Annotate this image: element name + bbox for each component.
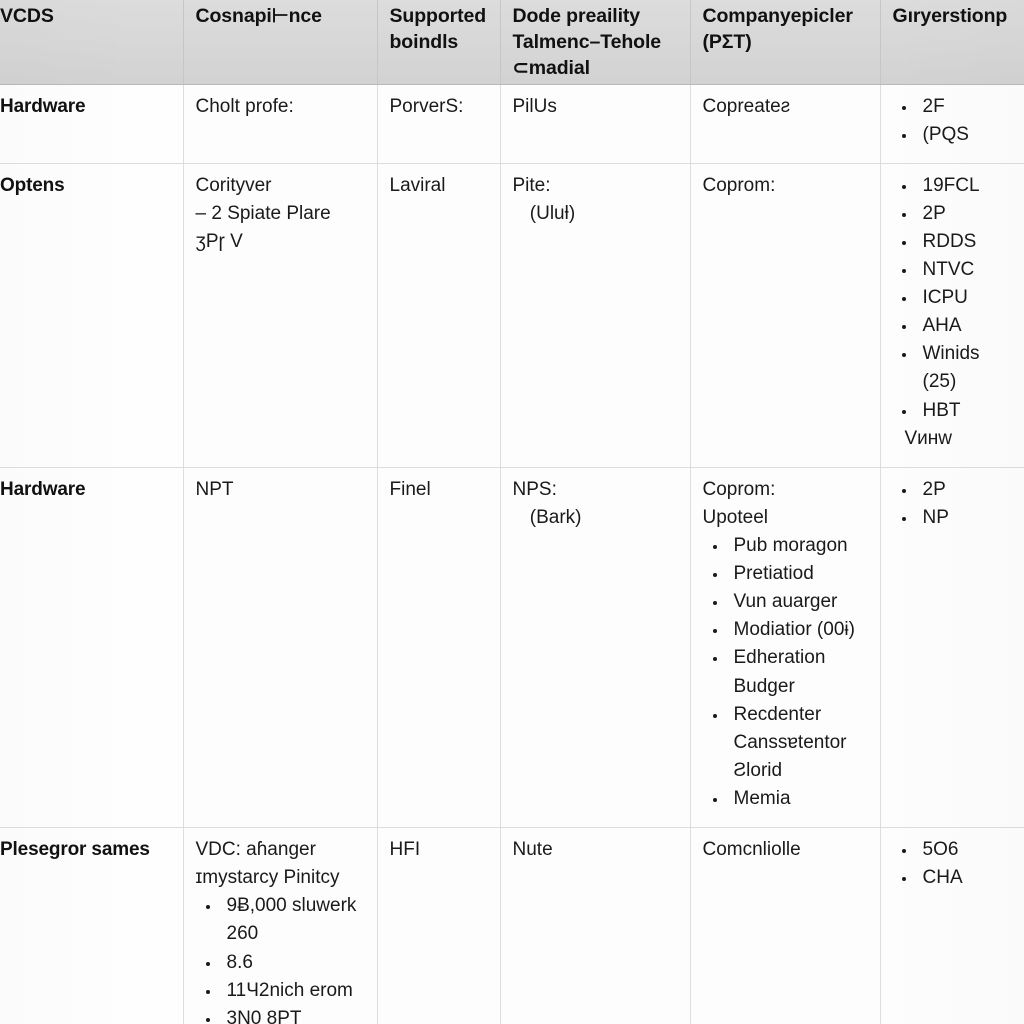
cell-text-line: (Bark) xyxy=(524,506,582,528)
cell-bullet-item: 8.6 xyxy=(221,949,365,977)
table-cell: NPT xyxy=(183,467,378,829)
cell-text-line: Coprom: xyxy=(702,478,776,500)
table-row: Hardware Cholt profe: PorverS: PilUs Copreat… xyxy=(0,84,1024,164)
cell-bullet-list: 2F(PQS xyxy=(893,93,1013,149)
cell-bullet-item: CHA xyxy=(917,864,1013,892)
cell-text-line: Hardware xyxy=(0,478,86,500)
table-cell: 19FCL2PRDDSNTVCICPUAHAWinids (25)HBTVиʜw xyxy=(880,163,1024,468)
table-cell: Corityver – 2 Spiate Plare ʒPɼ V xyxy=(183,163,378,468)
cell-text-line: HFI xyxy=(389,839,421,861)
cell-bullet-list: 5O6CHA xyxy=(893,836,1013,892)
column-header-company[interactable]: Companyepicler (PΣT) xyxy=(690,0,881,85)
column-header-cosnapience[interactable]: Cosnapi⊢nce xyxy=(183,0,378,85)
cell-bullet-item: RDDS xyxy=(917,228,1013,256)
cell-text-line: – 2 Spiate Plare xyxy=(195,202,331,224)
cell-bullet-item: Pub moragon xyxy=(728,532,868,560)
cell-text-line: ʒPɼ V xyxy=(195,230,243,252)
cell-text-line: Corityver xyxy=(195,174,272,196)
cell-bullet-item: 11Ч2nich erom xyxy=(221,977,365,1005)
table-row: Plesegror sames VDC: aɦanger ɪmystarcy Pin… xyxy=(0,827,1024,1024)
row-header-cell: Hardware xyxy=(0,84,184,164)
cell-bullet-list: 2PNP xyxy=(893,476,1013,532)
cell-bullet-item: (PQS xyxy=(917,121,1013,149)
cell-bullet-item: 2P xyxy=(917,476,1013,504)
cell-trailing-text: Vиʜw xyxy=(904,427,953,449)
cell-bullet-item: Vun auarger xyxy=(728,588,868,616)
cell-text-line: VDC: aɦanger xyxy=(195,839,316,861)
cell-bullet-item: ICPU xyxy=(917,284,1013,312)
cell-bullet-item: 9Ƀ,000 sluwerk 260 xyxy=(221,892,365,948)
table-cell: Finel xyxy=(377,467,501,829)
comparison-table: VCDS Cosnapi⊢nce Supported boindls Dode … xyxy=(0,0,1024,1024)
table-cell: 2PNP xyxy=(880,467,1024,829)
table-header: VCDS Cosnapi⊢nce Supported boindls Dode … xyxy=(0,0,1024,85)
column-header-supported[interactable]: Supported boindls xyxy=(377,0,501,85)
table-cell: Coprom: xyxy=(690,163,881,468)
cell-text-line: NPS: xyxy=(512,478,557,500)
cell-text-line: Nute xyxy=(512,839,553,861)
cell-bullet-item: Recdenter Canssɐtentor Ƨlorid xyxy=(728,701,868,785)
table-cell: Copreateƨ xyxy=(690,84,881,164)
cell-text-line: Upoteel xyxy=(702,506,769,528)
table-cell: VDC: aɦanger ɪmystarcy Pinitcy 9Ƀ,000 sluw… xyxy=(183,827,378,1024)
table-cell: 2F(PQS xyxy=(880,84,1024,164)
cell-bullet-item: HBT xyxy=(917,397,1013,425)
cell-bullet-item: AHA xyxy=(917,312,1013,340)
cell-bullet-list: 9Ƀ,000 sluwerk 2608.611Ч2nich erom3N0 8P… xyxy=(196,892,365,1024)
cell-bullet-item: 2F xyxy=(917,93,1013,121)
column-header-spec[interactable]: VCDS xyxy=(0,0,184,85)
cell-text-line: Laviral xyxy=(389,174,446,196)
cell-text-line: Optens xyxy=(0,174,65,196)
table-cell: Comcnliolle xyxy=(690,827,881,1024)
cell-text-line: Hardware xyxy=(0,95,86,117)
row-header-cell: Plesegror sames xyxy=(0,827,184,1024)
column-header-dode[interactable]: Dode preaility Talmenc–Tehole ⊂madial xyxy=(500,0,691,85)
cell-text-line: (Uluƚ) xyxy=(524,202,576,224)
row-header-cell: Hardware xyxy=(0,467,184,829)
table-cell: Laviral xyxy=(377,163,501,468)
cell-text-line: Plesegror sames xyxy=(0,839,150,861)
cell-text-line: Comcnliolle xyxy=(702,839,801,861)
table-cell: NPS: (Bark) xyxy=(500,467,691,829)
table-cell: Nute xyxy=(500,827,691,1024)
cell-bullet-item: 19FCL xyxy=(917,172,1013,200)
cell-bullet-item: Pretiatiod xyxy=(728,560,868,588)
table-cell: 5O6CHA xyxy=(880,827,1024,1024)
table-body: Hardware Cholt profe: PorverS: PilUs Copreat… xyxy=(0,84,1024,1024)
table-row: Optens Corityver – 2 Spiate Plare ʒPɼ V Lavi… xyxy=(0,163,1024,468)
cell-text-line: ɪmystarcy Pinitcy xyxy=(195,867,340,889)
cell-bullet-item: NP xyxy=(917,504,1013,532)
cell-bullet-list: Pub moragonPretiatiodVun auargerModiatio… xyxy=(703,532,868,813)
table-cell: PorverS: xyxy=(377,84,501,164)
cell-bullet-item: 2P xyxy=(917,200,1013,228)
row-header-cell: Optens xyxy=(0,163,184,468)
cell-bullet-item: 5O6 xyxy=(917,836,1013,864)
cell-text-line: Finel xyxy=(389,478,431,500)
table-cell: Coprom: Upoteel Pub moragonPretiatiodVun a… xyxy=(690,467,881,829)
table-row: Hardware NPT Finel NPS: (Bark) Coprom: Upotee… xyxy=(0,467,1024,829)
cell-text-line: NPT xyxy=(195,478,234,500)
cell-bullet-item: NTVC xyxy=(917,256,1013,284)
table-viewport: VCDS Cosnapi⊢nce Supported boindls Dode … xyxy=(0,0,1024,1024)
column-header-giryerstionp[interactable]: Gıryerstionp xyxy=(880,0,1024,85)
cell-bullet-list: 19FCL2PRDDSNTVCICPUAHAWinids (25)HBT xyxy=(893,172,1013,425)
cell-bullet-item: 3N0 8PT xyxy=(221,1005,365,1024)
cell-text-line: Pite: xyxy=(512,174,551,196)
cell-text-line: Cholt profe: xyxy=(195,95,294,117)
cell-bullet-item: Modiatior (00ɨ) xyxy=(728,616,868,644)
cell-text-line: PorverS: xyxy=(389,95,464,117)
header-row: VCDS Cosnapi⊢nce Supported boindls Dode … xyxy=(0,0,1024,85)
cell-bullet-item: Memia xyxy=(728,785,868,813)
cell-bullet-item: Edheration Budger xyxy=(728,644,868,700)
cell-text-line: PilUs xyxy=(512,95,557,117)
cell-bullet-item: Winids (25) xyxy=(917,340,1013,396)
table-cell: HFI xyxy=(377,827,501,1024)
table-cell: Pite: (Uluƚ) xyxy=(500,163,691,468)
table-cell: Cholt profe: xyxy=(183,84,378,164)
table-cell: PilUs xyxy=(500,84,691,164)
cell-text-line: Coprom: xyxy=(702,174,776,196)
cell-text-line: Copreateƨ xyxy=(702,95,791,117)
